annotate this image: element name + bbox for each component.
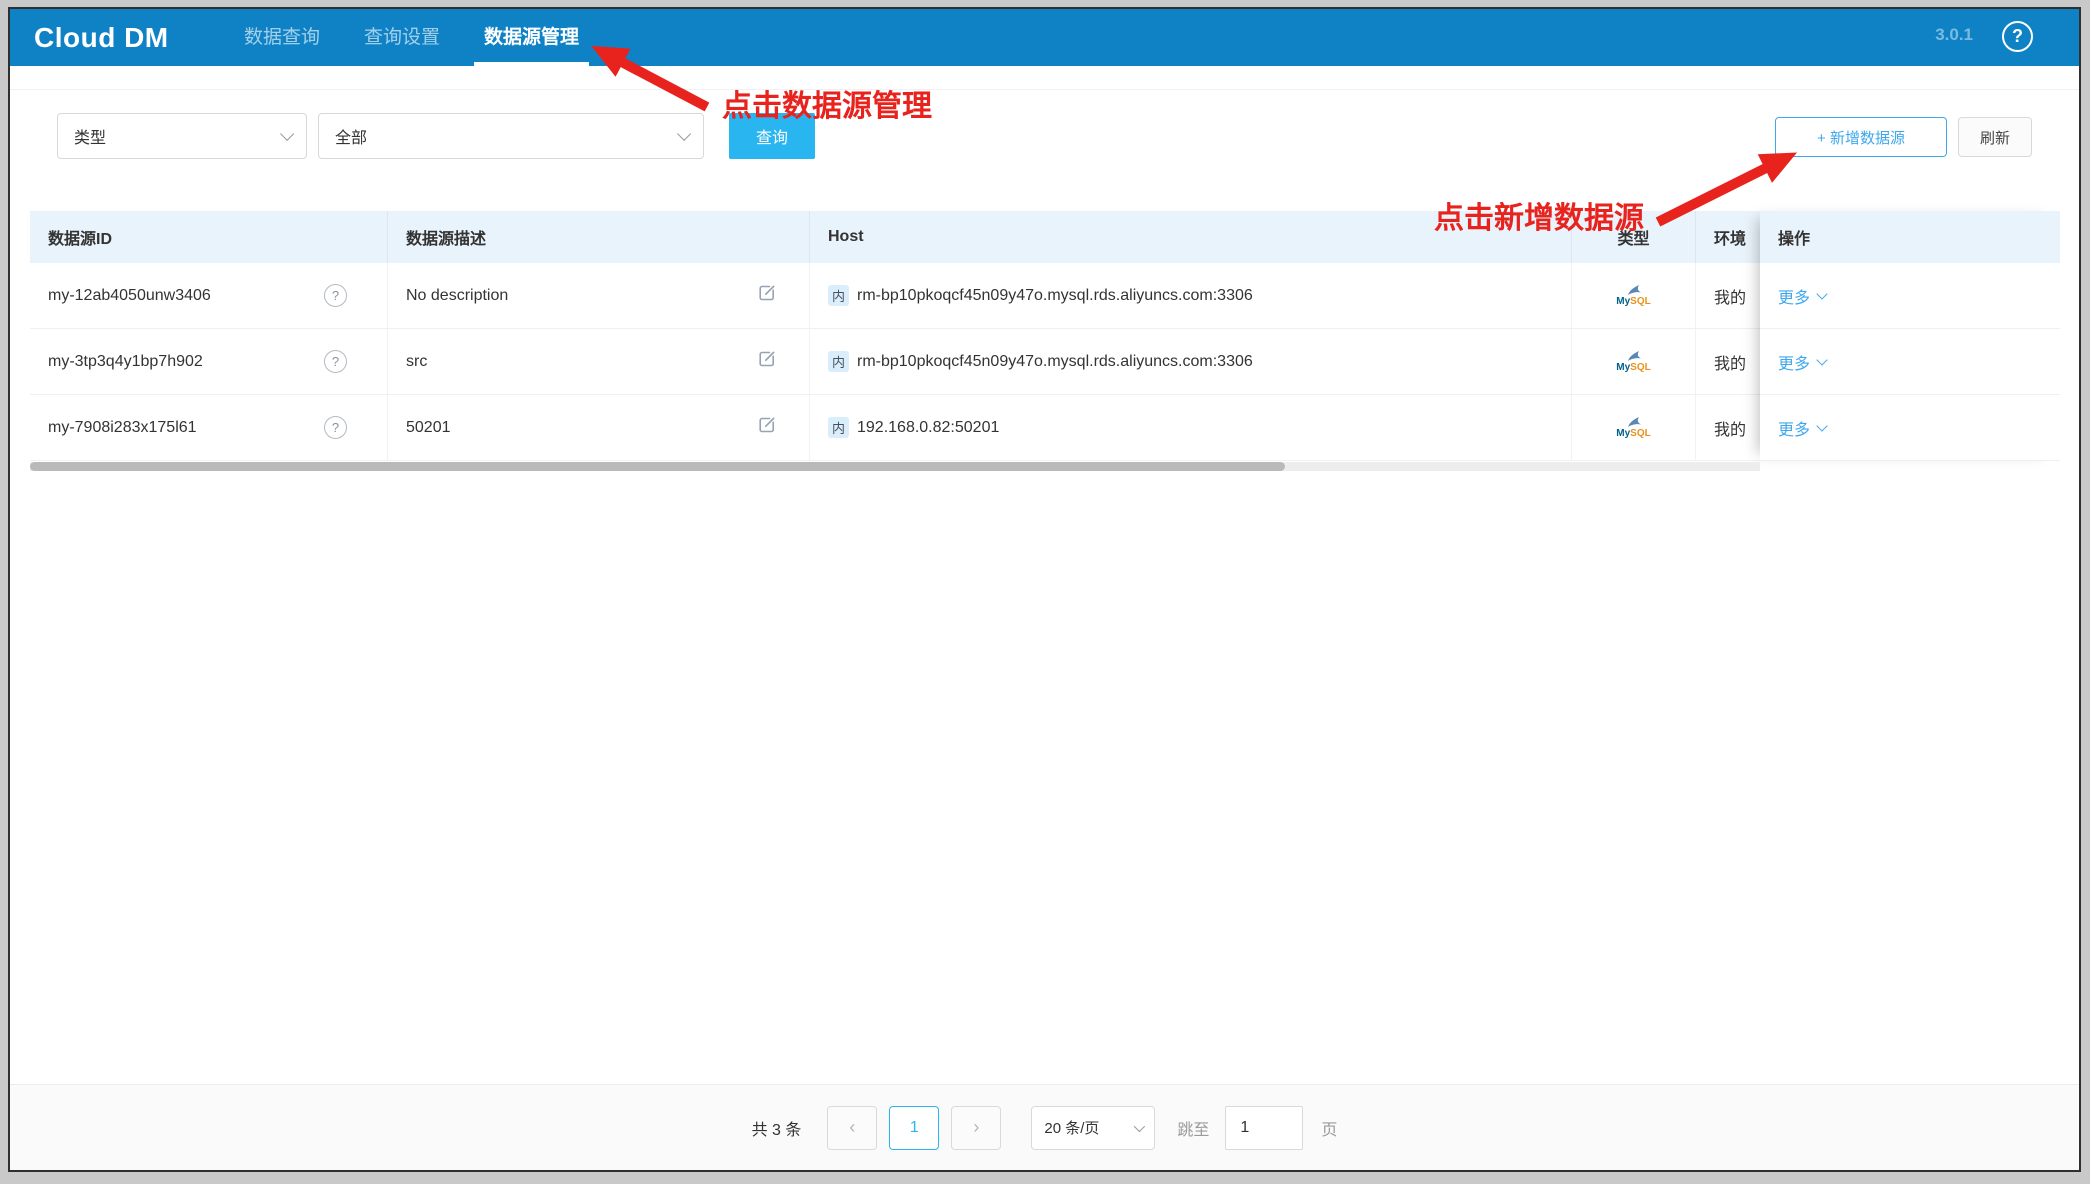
horizontal-scrollbar-track[interactable] [30,462,1760,471]
internal-network-badge: 内 [828,417,849,438]
row-help-icon[interactable]: ? [324,350,347,373]
mysql-icon: MySQL [1616,285,1650,307]
chevron-down-icon [1816,354,1827,365]
app-logo: Cloud DM [34,9,169,66]
footer-bar: 共 3 条 ‹ 1 › 20 条/页 跳至 页 [10,1084,2079,1170]
app-window: Cloud DM 数据查询 查询设置 数据源管理 3.0.1 ? 类型 全部 查… [8,7,2081,1172]
type-filter-select[interactable]: 类型 [57,113,307,159]
row-help-icon[interactable]: ? [324,284,347,307]
table-row: my-7908i283x175l61 ? 50201 内 192.168.0.8… [30,395,1760,461]
page-size-select[interactable]: 20 条/页 [1031,1106,1155,1150]
scope-filter-select[interactable]: 全部 [318,113,704,159]
annotation-arrows [10,9,2080,1172]
tab-query-settings[interactable]: 查询设置 [342,9,462,66]
jump-to-label: 跳至 [1177,1116,1209,1140]
annotation-click-add-datasource: 点击新增数据源 [1434,193,1644,237]
table-row: my-3tp3q4y1bp7h902 ? src 内 rm-bp10pkoqcf… [30,329,1760,395]
host-address: 192.168.0.82:50201 [857,419,999,437]
edit-description-icon[interactable] [757,349,777,374]
nav-tabs: 数据查询 查询设置 数据源管理 [222,9,601,66]
datasource-description: src [406,353,427,371]
table-row: my-12ab4050unw3406 ? No description 内 rm… [30,263,1760,329]
environment-cell: 我的 [1696,329,1760,394]
internal-network-badge: 内 [828,351,849,372]
mysql-icon: MySQL [1616,351,1650,373]
datasource-description: No description [406,287,508,305]
datasource-id: my-7908i283x175l61 [48,419,197,437]
page-unit-label: 页 [1321,1116,1337,1140]
header-datasource-id: 数据源ID [30,211,388,263]
version-label: 3.0.1 [1935,25,1973,45]
chevron-down-icon [1134,1120,1145,1131]
chevron-down-icon [677,127,691,141]
environment-cell: 我的 [1696,263,1760,328]
table-scroll-region: 数据源ID 数据源描述 Host 类型 环境 my-12ab4050unw340… [30,211,1760,461]
environment-cell: 我的 [1696,395,1760,460]
host-address: rm-bp10pkoqcf45n09y47o.mysql.rds.aliyunc… [857,287,1253,305]
help-icon[interactable]: ? [2002,21,2033,52]
datasource-description: 50201 [406,419,451,437]
horizontal-scrollbar-thumb[interactable] [30,462,1285,471]
internal-network-badge: 内 [828,285,849,306]
header-description: 数据源描述 [388,211,810,263]
refresh-button[interactable]: 刷新 [1958,117,2032,157]
edit-description-icon[interactable] [757,415,777,440]
content-divider [10,89,2079,90]
datasource-id: my-3tp3q4y1bp7h902 [48,353,203,371]
datasource-table: 数据源ID 数据源描述 Host 类型 环境 my-12ab4050unw340… [30,211,2060,461]
more-actions-link[interactable]: 更多 [1778,416,1826,440]
jump-page-input[interactable] [1225,1106,1303,1150]
pagination: 共 3 条 ‹ 1 › 20 条/页 跳至 页 [752,1106,1338,1150]
host-address: rm-bp10pkoqcf45n09y47o.mysql.rds.aliyunc… [857,353,1253,371]
edit-description-icon[interactable] [757,283,777,308]
more-actions-link[interactable]: 更多 [1778,284,1826,308]
header-environment: 环境 [1696,211,1760,263]
actions-fixed-column: 操作 更多 更多 更多 [1760,211,2060,461]
prev-page-button[interactable]: ‹ [827,1106,877,1150]
mysql-icon: MySQL [1616,417,1650,439]
arrow-to-tab [616,59,707,107]
chevron-down-icon [1816,420,1827,431]
page-size-value: 20 条/页 [1044,1117,1099,1138]
add-datasource-button[interactable]: + 新增数据源 [1775,117,1947,157]
chevron-down-icon [280,127,294,141]
more-actions-link[interactable]: 更多 [1778,350,1826,374]
scope-filter-value: 全部 [335,124,367,148]
chevron-down-icon [1816,288,1827,299]
next-page-button[interactable]: › [951,1106,1001,1150]
current-page-button[interactable]: 1 [889,1106,939,1150]
row-help-icon[interactable]: ? [324,416,347,439]
tab-data-query[interactable]: 数据查询 [222,9,342,66]
top-navigation-bar: Cloud DM 数据查询 查询设置 数据源管理 3.0.1 ? [10,9,2079,66]
total-count-label: 共 3 条 [752,1116,802,1140]
annotation-click-datasource-tab: 点击数据源管理 [722,81,932,125]
tab-datasource-management[interactable]: 数据源管理 [462,9,601,66]
datasource-id: my-12ab4050unw3406 [48,287,211,305]
type-filter-value: 类型 [74,124,106,148]
header-actions: 操作 [1760,211,2060,263]
